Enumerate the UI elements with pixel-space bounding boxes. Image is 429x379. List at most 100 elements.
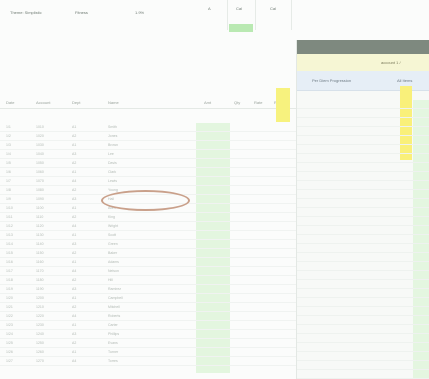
table-row[interactable]: 1/25 1250 A2 Evans — [0, 339, 300, 348]
table-cell[interactable]: A1 — [72, 260, 76, 264]
table-cell[interactable]: King — [108, 215, 115, 219]
table-row[interactable]: 1/16 1160 A1 Adams — [0, 258, 300, 267]
panel-row[interactable] — [297, 136, 429, 145]
toolbar-button-c[interactable]: Cal — [270, 6, 276, 11]
table-cell[interactable]: 1/7 — [6, 179, 11, 183]
table-row[interactable]: 1/21 1210 A2 Mitchell — [0, 303, 300, 312]
panel-row[interactable] — [297, 208, 429, 217]
col-header-qty[interactable]: Qty — [234, 100, 240, 105]
table-cell[interactable]: Campbell — [108, 296, 123, 300]
table-cell[interactable]: A3 — [72, 242, 76, 246]
table-row[interactable]: 1/27 1270 A4 Torres — [0, 357, 300, 366]
table-cell[interactable]: Baker — [108, 251, 117, 255]
table-cell[interactable]: 1/10 — [6, 206, 13, 210]
table-cell[interactable]: Wright — [108, 224, 118, 228]
table-cell[interactable]: A2 — [72, 341, 76, 345]
panel-row[interactable] — [297, 127, 429, 136]
table-cell[interactable]: 1260 — [36, 350, 44, 354]
table-cell[interactable]: A4 — [72, 359, 76, 363]
col-header-rate[interactable]: Rate — [254, 100, 262, 105]
table-row[interactable]: 1/5 1050 A2 Davis — [0, 159, 300, 168]
table-row[interactable]: 1/14 1140 A3 Green — [0, 240, 300, 249]
table-cell[interactable]: 1/12 — [6, 224, 13, 228]
table-cell[interactable]: 1/27 — [6, 359, 13, 363]
table-cell[interactable]: A3 — [72, 287, 76, 291]
panel-row[interactable] — [297, 217, 429, 226]
table-cell[interactable]: 1/14 — [6, 242, 13, 246]
table-cell[interactable]: 1240 — [36, 332, 44, 336]
col-header-account[interactable]: Account — [36, 100, 50, 105]
table-cell[interactable]: 1030 — [36, 143, 44, 147]
table-row[interactable]: 1/19 1190 A3 Ramirez — [0, 285, 300, 294]
table-cell[interactable]: 1210 — [36, 305, 44, 309]
table-cell[interactable]: A4 — [72, 314, 76, 318]
table-cell[interactable]: 1/16 — [6, 260, 13, 264]
table-row[interactable]: 1/6 1060 A1 Clark — [0, 168, 300, 177]
panel-row[interactable] — [297, 370, 429, 379]
table-cell[interactable]: 1020 — [36, 134, 44, 138]
panel-row[interactable] — [297, 325, 429, 334]
table-row[interactable]: 1/15 1150 A2 Baker — [0, 249, 300, 258]
table-cell[interactable]: 1230 — [36, 323, 44, 327]
table-cell[interactable]: 1/11 — [6, 215, 13, 219]
table-cell[interactable]: A3 — [72, 152, 76, 156]
panel-row[interactable] — [297, 361, 429, 370]
table-cell[interactable]: A4 — [72, 224, 76, 228]
table-cell[interactable]: 1/8 — [6, 188, 11, 192]
table-cell[interactable]: 1/1 — [6, 125, 11, 129]
table-cell[interactable]: Torres — [108, 359, 118, 363]
table-cell[interactable]: 1140 — [36, 242, 44, 246]
table-cell[interactable]: 1200 — [36, 296, 44, 300]
table-cell[interactable]: A1 — [72, 323, 76, 327]
table-cell[interactable]: 1/19 — [6, 287, 13, 291]
panel-row[interactable] — [297, 172, 429, 181]
table-cell[interactable]: 1070 — [36, 179, 44, 183]
col-header-date[interactable]: Date — [6, 100, 14, 105]
table-cell[interactable]: A1 — [72, 125, 76, 129]
table-cell[interactable]: A4 — [72, 179, 76, 183]
table-cell[interactable]: Scott — [108, 233, 116, 237]
panel-row[interactable] — [297, 226, 429, 235]
panel-row[interactable] — [297, 145, 429, 154]
table-cell[interactable]: Clark — [108, 170, 116, 174]
panel-col-all-items[interactable]: All Items — [397, 78, 412, 83]
toolbar-button-b[interactable]: Cal — [236, 6, 242, 11]
panel-row[interactable] — [297, 262, 429, 271]
table-cell[interactable]: 1160 — [36, 260, 44, 264]
table-cell[interactable]: Lee — [108, 152, 114, 156]
table-cell[interactable]: 1110 — [36, 215, 43, 219]
table-row[interactable]: 1/7 1070 A4 Lewis — [0, 177, 300, 186]
table-cell[interactable]: Brown — [108, 143, 118, 147]
toolbar-field-percent[interactable]: 1.9% — [135, 10, 144, 15]
table-cell[interactable]: A2 — [72, 215, 76, 219]
table-cell[interactable]: 1080 — [36, 188, 44, 192]
table-cell[interactable]: Ramirez — [108, 287, 121, 291]
table-cell[interactable]: 1150 — [36, 251, 44, 255]
table-cell[interactable]: A1 — [72, 170, 76, 174]
panel-row[interactable] — [297, 352, 429, 361]
table-cell[interactable]: 1/24 — [6, 332, 13, 336]
table-cell[interactable]: A1 — [72, 233, 76, 237]
table-cell[interactable]: A4 — [72, 269, 76, 273]
panel-row[interactable] — [297, 190, 429, 199]
table-cell[interactable]: A1 — [72, 296, 76, 300]
table-cell[interactable]: 1/25 — [6, 341, 13, 345]
table-cell[interactable]: Adams — [108, 260, 119, 264]
table-cell[interactable]: Jones — [108, 134, 117, 138]
panel-row[interactable] — [297, 154, 429, 163]
table-cell[interactable]: Turner — [108, 350, 118, 354]
table-cell[interactable]: 1/23 — [6, 323, 13, 327]
col-header-amt[interactable]: Amt — [204, 100, 211, 105]
panel-row[interactable] — [297, 307, 429, 316]
table-cell[interactable]: 1/20 — [6, 296, 13, 300]
table-cell[interactable]: A2 — [72, 305, 76, 309]
table-cell[interactable]: Green — [108, 242, 118, 246]
table-cell[interactable]: 1/9 — [6, 197, 11, 201]
table-row[interactable]: 1/22 1220 A4 Roberts — [0, 312, 300, 321]
table-row[interactable]: 1/13 1130 A1 Scott — [0, 231, 300, 240]
panel-row[interactable] — [297, 298, 429, 307]
table-cell[interactable]: Nelson — [108, 269, 119, 273]
table-row[interactable]: 1/12 1120 A4 Wright — [0, 222, 300, 231]
table-row[interactable]: 1/23 1230 A1 Carter — [0, 321, 300, 330]
table-cell[interactable]: 1010 — [36, 125, 44, 129]
